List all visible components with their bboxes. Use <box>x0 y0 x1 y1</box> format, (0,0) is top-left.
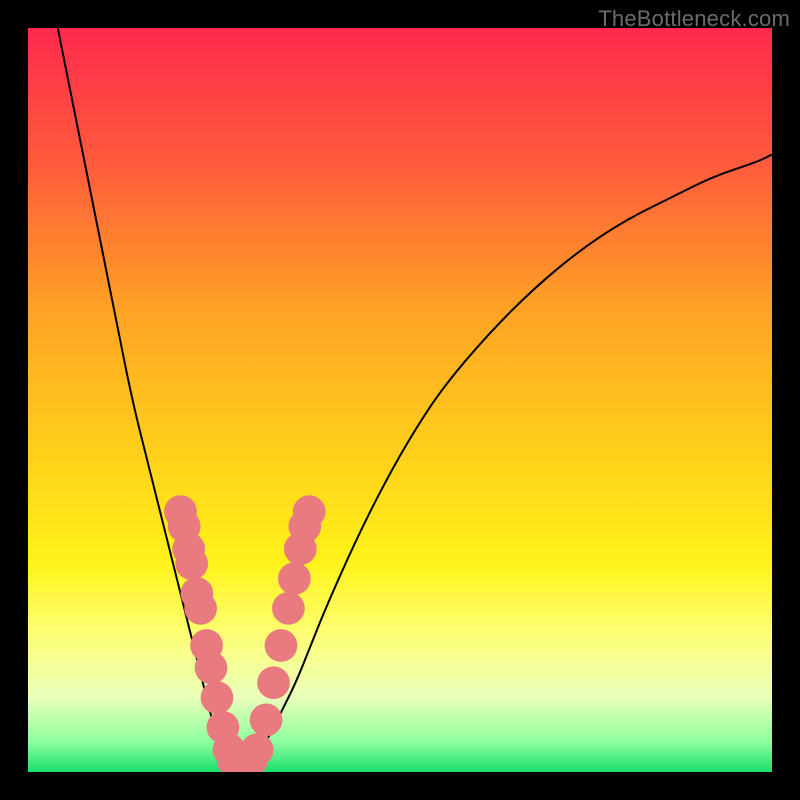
highlight-dot <box>293 495 326 528</box>
highlight-dot <box>272 592 305 625</box>
highlight-dot <box>195 651 228 684</box>
highlight-dot <box>241 733 274 766</box>
highlight-dot <box>175 547 208 580</box>
chart-frame: TheBottleneck.com <box>0 0 800 800</box>
highlight-dot <box>278 562 311 595</box>
highlight-dot <box>265 629 298 662</box>
plot-area <box>28 28 772 772</box>
gradient-background <box>28 28 772 772</box>
bottleneck-chart <box>28 28 772 772</box>
highlight-dot <box>250 704 283 737</box>
highlight-dot <box>184 592 217 625</box>
highlight-dot <box>201 681 234 714</box>
highlight-dot <box>257 666 290 699</box>
